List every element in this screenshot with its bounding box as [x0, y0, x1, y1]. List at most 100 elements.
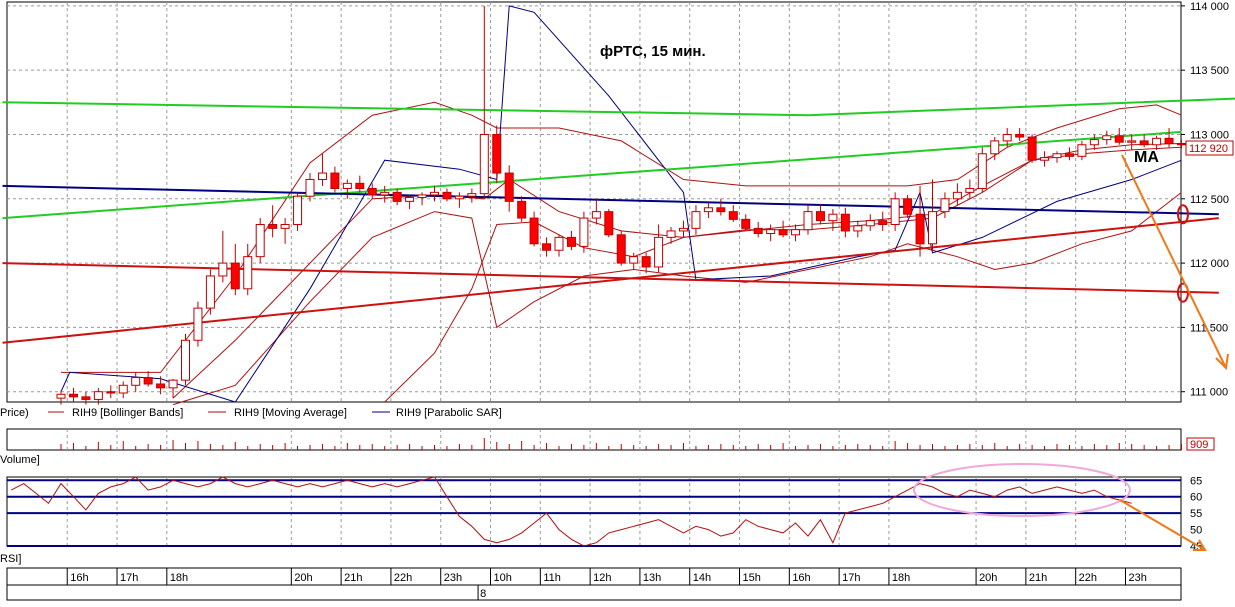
- time-label: 13h: [643, 572, 661, 584]
- candle-down: [1065, 154, 1073, 157]
- price-axis: 111 000111 500112 000112 500113 000113 5…: [1181, 1, 1229, 399]
- candle-down: [443, 192, 451, 198]
- chart-canvas: 111 000111 500112 000112 500113 000113 5…: [0, 0, 1235, 602]
- time-label: 17h: [120, 572, 138, 584]
- candle-up: [182, 340, 190, 380]
- candle-up: [431, 192, 439, 195]
- candle-down: [1178, 143, 1186, 144]
- candle-up: [219, 263, 227, 276]
- candle-down: [107, 392, 115, 393]
- candle-down: [617, 235, 625, 263]
- rsi-tick-label: 55: [1190, 508, 1202, 520]
- time-label: 12h: [593, 572, 611, 584]
- candle-up: [1153, 138, 1161, 144]
- candle-up: [966, 188, 974, 192]
- candle-down: [816, 212, 824, 221]
- candle-up: [194, 308, 202, 340]
- candle-down: [1165, 138, 1173, 143]
- rsi-tick-label: 60: [1190, 492, 1202, 504]
- candle-down: [518, 201, 526, 218]
- candle-up: [655, 237, 663, 267]
- price-tick-label: 112 000: [1190, 258, 1229, 270]
- rsi-legend: RSI]: [0, 553, 21, 565]
- candle-up: [891, 199, 899, 225]
- candle-up: [468, 194, 476, 197]
- time-label: 11h: [543, 572, 561, 584]
- candle-up: [829, 214, 837, 220]
- price-tick-label: 113 500: [1190, 65, 1229, 77]
- candle-up: [1053, 154, 1061, 158]
- time-label: 17h: [842, 572, 860, 584]
- candle-up: [592, 212, 600, 218]
- time-label: 22h: [1079, 572, 1097, 584]
- candle-down: [916, 214, 924, 244]
- time-label: 15h: [743, 572, 761, 584]
- time-label: 20h: [294, 572, 312, 584]
- time-axis: 16h17h18h20h21h22h23h10h11h12h13h14h15h1…: [7, 568, 1181, 600]
- candle-down: [879, 221, 887, 225]
- candle-down: [393, 192, 401, 201]
- candle-down: [368, 188, 376, 194]
- candle-down: [269, 225, 277, 229]
- candle-down: [742, 219, 750, 228]
- candle-up: [343, 183, 351, 188]
- candle-down: [904, 199, 912, 214]
- time-label: 18h: [170, 572, 188, 584]
- candle-up: [1041, 158, 1049, 161]
- candle-down: [642, 257, 650, 267]
- candle-down: [69, 394, 77, 397]
- candle-up: [978, 154, 986, 189]
- legend-ma: RIH9 [Moving Average]: [234, 407, 347, 419]
- time-label: 16h: [792, 572, 810, 584]
- candle-up: [244, 257, 252, 289]
- time-label: 14h: [693, 572, 711, 584]
- price-tick-label: 113 000: [1190, 129, 1229, 141]
- volume-value: 909: [1190, 439, 1208, 451]
- candle-down: [729, 212, 737, 220]
- candle-up: [281, 225, 289, 229]
- candle-down: [567, 237, 575, 246]
- price-pane: 111 000111 500112 000112 500113 000113 5…: [3, 1, 1235, 405]
- candle-down: [1115, 136, 1123, 142]
- candle-down: [754, 228, 762, 233]
- legend-price: Price): [0, 407, 29, 419]
- legend-bollinger: RIH9 [Bollinger Bands]: [72, 407, 183, 419]
- rsi-tick-label: 50: [1190, 525, 1202, 537]
- candle-down: [1016, 134, 1024, 137]
- candle-down: [841, 214, 849, 231]
- time-label: 22h: [394, 572, 412, 584]
- candle-up: [854, 226, 862, 231]
- rsi-pane-frame: [7, 477, 1181, 546]
- time-label: 10h: [494, 572, 512, 584]
- volume-pane: 909 Volume]: [0, 429, 1214, 466]
- candle-down: [779, 230, 787, 235]
- candle-up: [132, 378, 140, 386]
- candle-down: [82, 397, 90, 400]
- rsi-pane: 4550556065 RSI]: [0, 464, 1205, 565]
- chart-title: фРТС, 15 мин.: [600, 43, 706, 60]
- candle-up: [1128, 141, 1136, 142]
- candle-down: [543, 244, 551, 250]
- candle-up: [119, 385, 127, 393]
- rsi-tick-label: 65: [1190, 475, 1202, 487]
- candle-up: [94, 392, 102, 400]
- candle-up: [767, 230, 775, 234]
- candle-down: [231, 263, 239, 289]
- time-label: 23h: [1128, 572, 1146, 584]
- day-axis-frame: [7, 585, 1181, 600]
- candle-up: [792, 230, 800, 235]
- chart-window: 111 000111 500112 000112 500113 000113 5…: [0, 0, 1235, 602]
- candle-down: [1028, 137, 1036, 160]
- legend-psar: RIH9 [Parabolic SAR]: [396, 407, 502, 419]
- candle-up: [455, 196, 463, 199]
- candle-down: [1140, 141, 1148, 145]
- candle-up: [630, 257, 638, 263]
- ma-annotation: MA: [1134, 149, 1159, 166]
- candle-down: [157, 384, 165, 388]
- candle-down: [605, 212, 613, 235]
- candle-up: [418, 195, 426, 198]
- price-tick-label: 114 000: [1190, 1, 1229, 13]
- candle-up: [953, 192, 961, 198]
- candle-up: [1003, 134, 1011, 140]
- candle-up: [804, 212, 812, 230]
